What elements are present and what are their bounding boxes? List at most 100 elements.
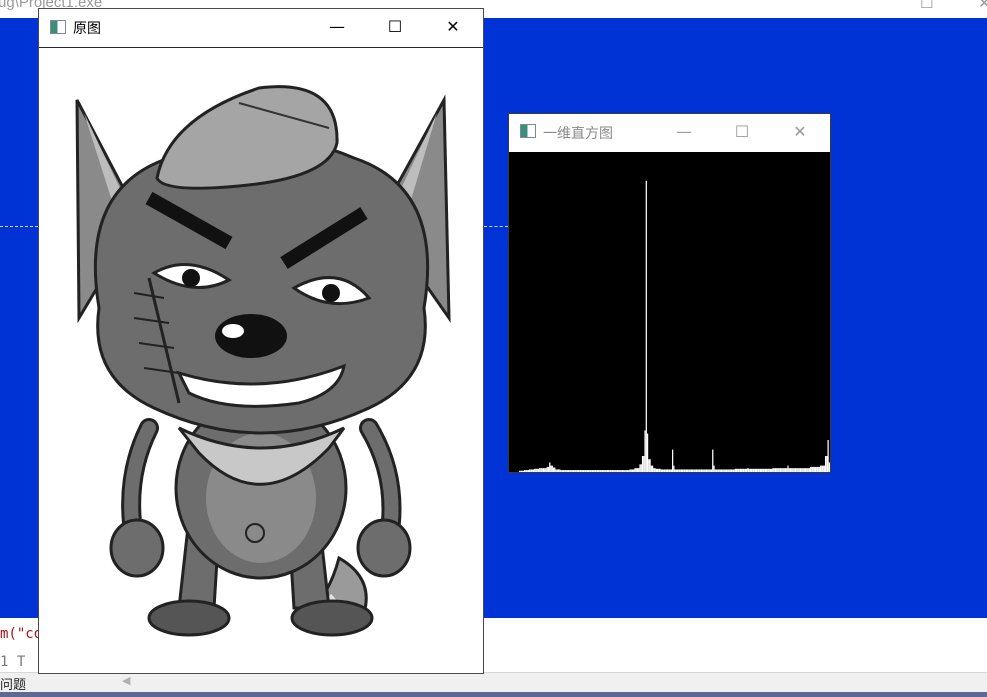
histogram-bar bbox=[541, 468, 543, 472]
histogram-bar bbox=[628, 470, 630, 472]
histogram-bar bbox=[766, 468, 768, 472]
histogram-bar bbox=[769, 468, 772, 472]
histogram-bar bbox=[556, 469, 558, 472]
histogram-bar bbox=[754, 468, 757, 472]
opencv-window-icon bbox=[50, 20, 66, 34]
histogram-bar bbox=[749, 468, 751, 472]
histogram-bar bbox=[756, 468, 758, 472]
histogram-bar bbox=[649, 459, 651, 472]
histogram-bar bbox=[818, 466, 820, 472]
histogram-bar bbox=[562, 470, 565, 472]
histogram-bar bbox=[789, 468, 792, 472]
histogram-bar bbox=[535, 468, 537, 472]
histogram-bar bbox=[650, 465, 652, 472]
minimize-icon[interactable]: — bbox=[314, 19, 360, 35]
maximize-icon[interactable]: ☐ bbox=[372, 19, 418, 35]
histogram-bar bbox=[684, 469, 686, 472]
histogram-bar bbox=[725, 469, 728, 472]
histogram-bar bbox=[522, 470, 525, 472]
histogram-bar bbox=[739, 468, 741, 472]
histogram-bar bbox=[596, 470, 599, 472]
histogram-bar bbox=[669, 469, 671, 472]
histogram-bar bbox=[822, 465, 824, 472]
histogram-bar bbox=[718, 469, 720, 472]
histogram-bar bbox=[605, 470, 607, 472]
original-image-window[interactable]: 原图 — ☐ ✕ bbox=[38, 8, 484, 674]
histogram-bar bbox=[585, 470, 587, 472]
gray-wolf-cartoon-image bbox=[39, 48, 483, 673]
histogram-canvas[interactable] bbox=[509, 152, 830, 473]
histogram-bar bbox=[633, 469, 635, 472]
histogram-bar bbox=[768, 468, 770, 472]
histogram-bar bbox=[566, 470, 568, 472]
histogram-bar bbox=[682, 469, 684, 472]
histogram-bar bbox=[660, 469, 662, 472]
histogram-bar bbox=[784, 468, 787, 472]
histogram-bar bbox=[577, 470, 580, 472]
histogram-bar bbox=[821, 465, 823, 472]
histogram-bar bbox=[579, 470, 581, 472]
histogram-bar bbox=[740, 468, 743, 472]
histogram-window-titlebar[interactable]: 一维直方图 — ☐ ✕ bbox=[509, 114, 830, 152]
histogram-bar bbox=[787, 465, 789, 472]
original-window-titlebar[interactable]: 原图 — ☐ ✕ bbox=[39, 9, 483, 48]
histogram-bar bbox=[761, 468, 763, 472]
histogram-bar bbox=[677, 469, 679, 472]
histogram-bar bbox=[666, 469, 669, 472]
histogram-bar bbox=[801, 468, 803, 472]
histogram-bar bbox=[658, 468, 660, 472]
histogram-bar bbox=[611, 470, 614, 472]
histogram-bar bbox=[603, 470, 605, 472]
problems-label[interactable]: 问题 bbox=[0, 674, 26, 693]
histogram-bar bbox=[534, 468, 536, 472]
original-image-canvas[interactable] bbox=[39, 48, 483, 673]
histogram-bar bbox=[626, 470, 629, 472]
histogram-bar bbox=[685, 469, 688, 472]
histogram-bar bbox=[733, 469, 735, 472]
histogram-bar bbox=[816, 466, 818, 472]
histogram-bar bbox=[823, 465, 825, 472]
histogram-bar bbox=[764, 468, 767, 472]
histogram-bar bbox=[588, 470, 590, 472]
histogram-bar bbox=[519, 470, 521, 472]
histogram-bar bbox=[521, 470, 523, 472]
histogram-bar bbox=[601, 470, 604, 472]
histogram-bar bbox=[631, 469, 634, 472]
histogram-bar bbox=[767, 468, 769, 472]
histogram-bar bbox=[672, 449, 674, 472]
histogram-bar bbox=[639, 464, 641, 472]
histogram-bar bbox=[827, 440, 829, 472]
histogram-bar bbox=[582, 470, 585, 472]
histogram-bar bbox=[540, 468, 542, 472]
histogram-bar bbox=[584, 470, 586, 472]
histogram-bar bbox=[619, 470, 621, 472]
histogram-bar bbox=[803, 468, 805, 472]
histogram-bar bbox=[692, 469, 694, 472]
histogram-bar bbox=[824, 456, 827, 472]
histogram-bar bbox=[826, 456, 828, 472]
histogram-bar bbox=[668, 469, 670, 472]
histogram-bar bbox=[545, 468, 547, 472]
background-maximize-icon[interactable]: ☐ bbox=[920, 0, 933, 12]
histogram-bar bbox=[697, 469, 699, 472]
histogram-bar bbox=[776, 468, 778, 472]
histogram-bar bbox=[744, 468, 746, 472]
separator-line bbox=[0, 226, 38, 227]
histogram-bar bbox=[629, 469, 631, 472]
histogram-bar bbox=[819, 465, 822, 472]
code-line: 1 T bbox=[0, 654, 26, 670]
histogram-bar bbox=[615, 470, 617, 472]
scroll-left-icon[interactable]: ◀ bbox=[122, 674, 130, 687]
close-icon[interactable]: ✕ bbox=[777, 124, 823, 140]
histogram-bar bbox=[624, 470, 626, 472]
histogram-bar bbox=[717, 469, 719, 472]
background-close-icon[interactable]: ✕ bbox=[978, 0, 987, 12]
maximize-icon[interactable]: ☐ bbox=[719, 124, 765, 140]
histogram-bar bbox=[812, 466, 814, 472]
histogram-bar bbox=[779, 468, 782, 472]
close-icon[interactable]: ✕ bbox=[430, 19, 476, 35]
histogram-window[interactable]: 一维直方图 — ☐ ✕ bbox=[508, 113, 831, 473]
histogram-bar bbox=[678, 469, 680, 472]
histogram-bar bbox=[547, 466, 550, 472]
minimize-icon[interactable]: — bbox=[661, 124, 707, 140]
